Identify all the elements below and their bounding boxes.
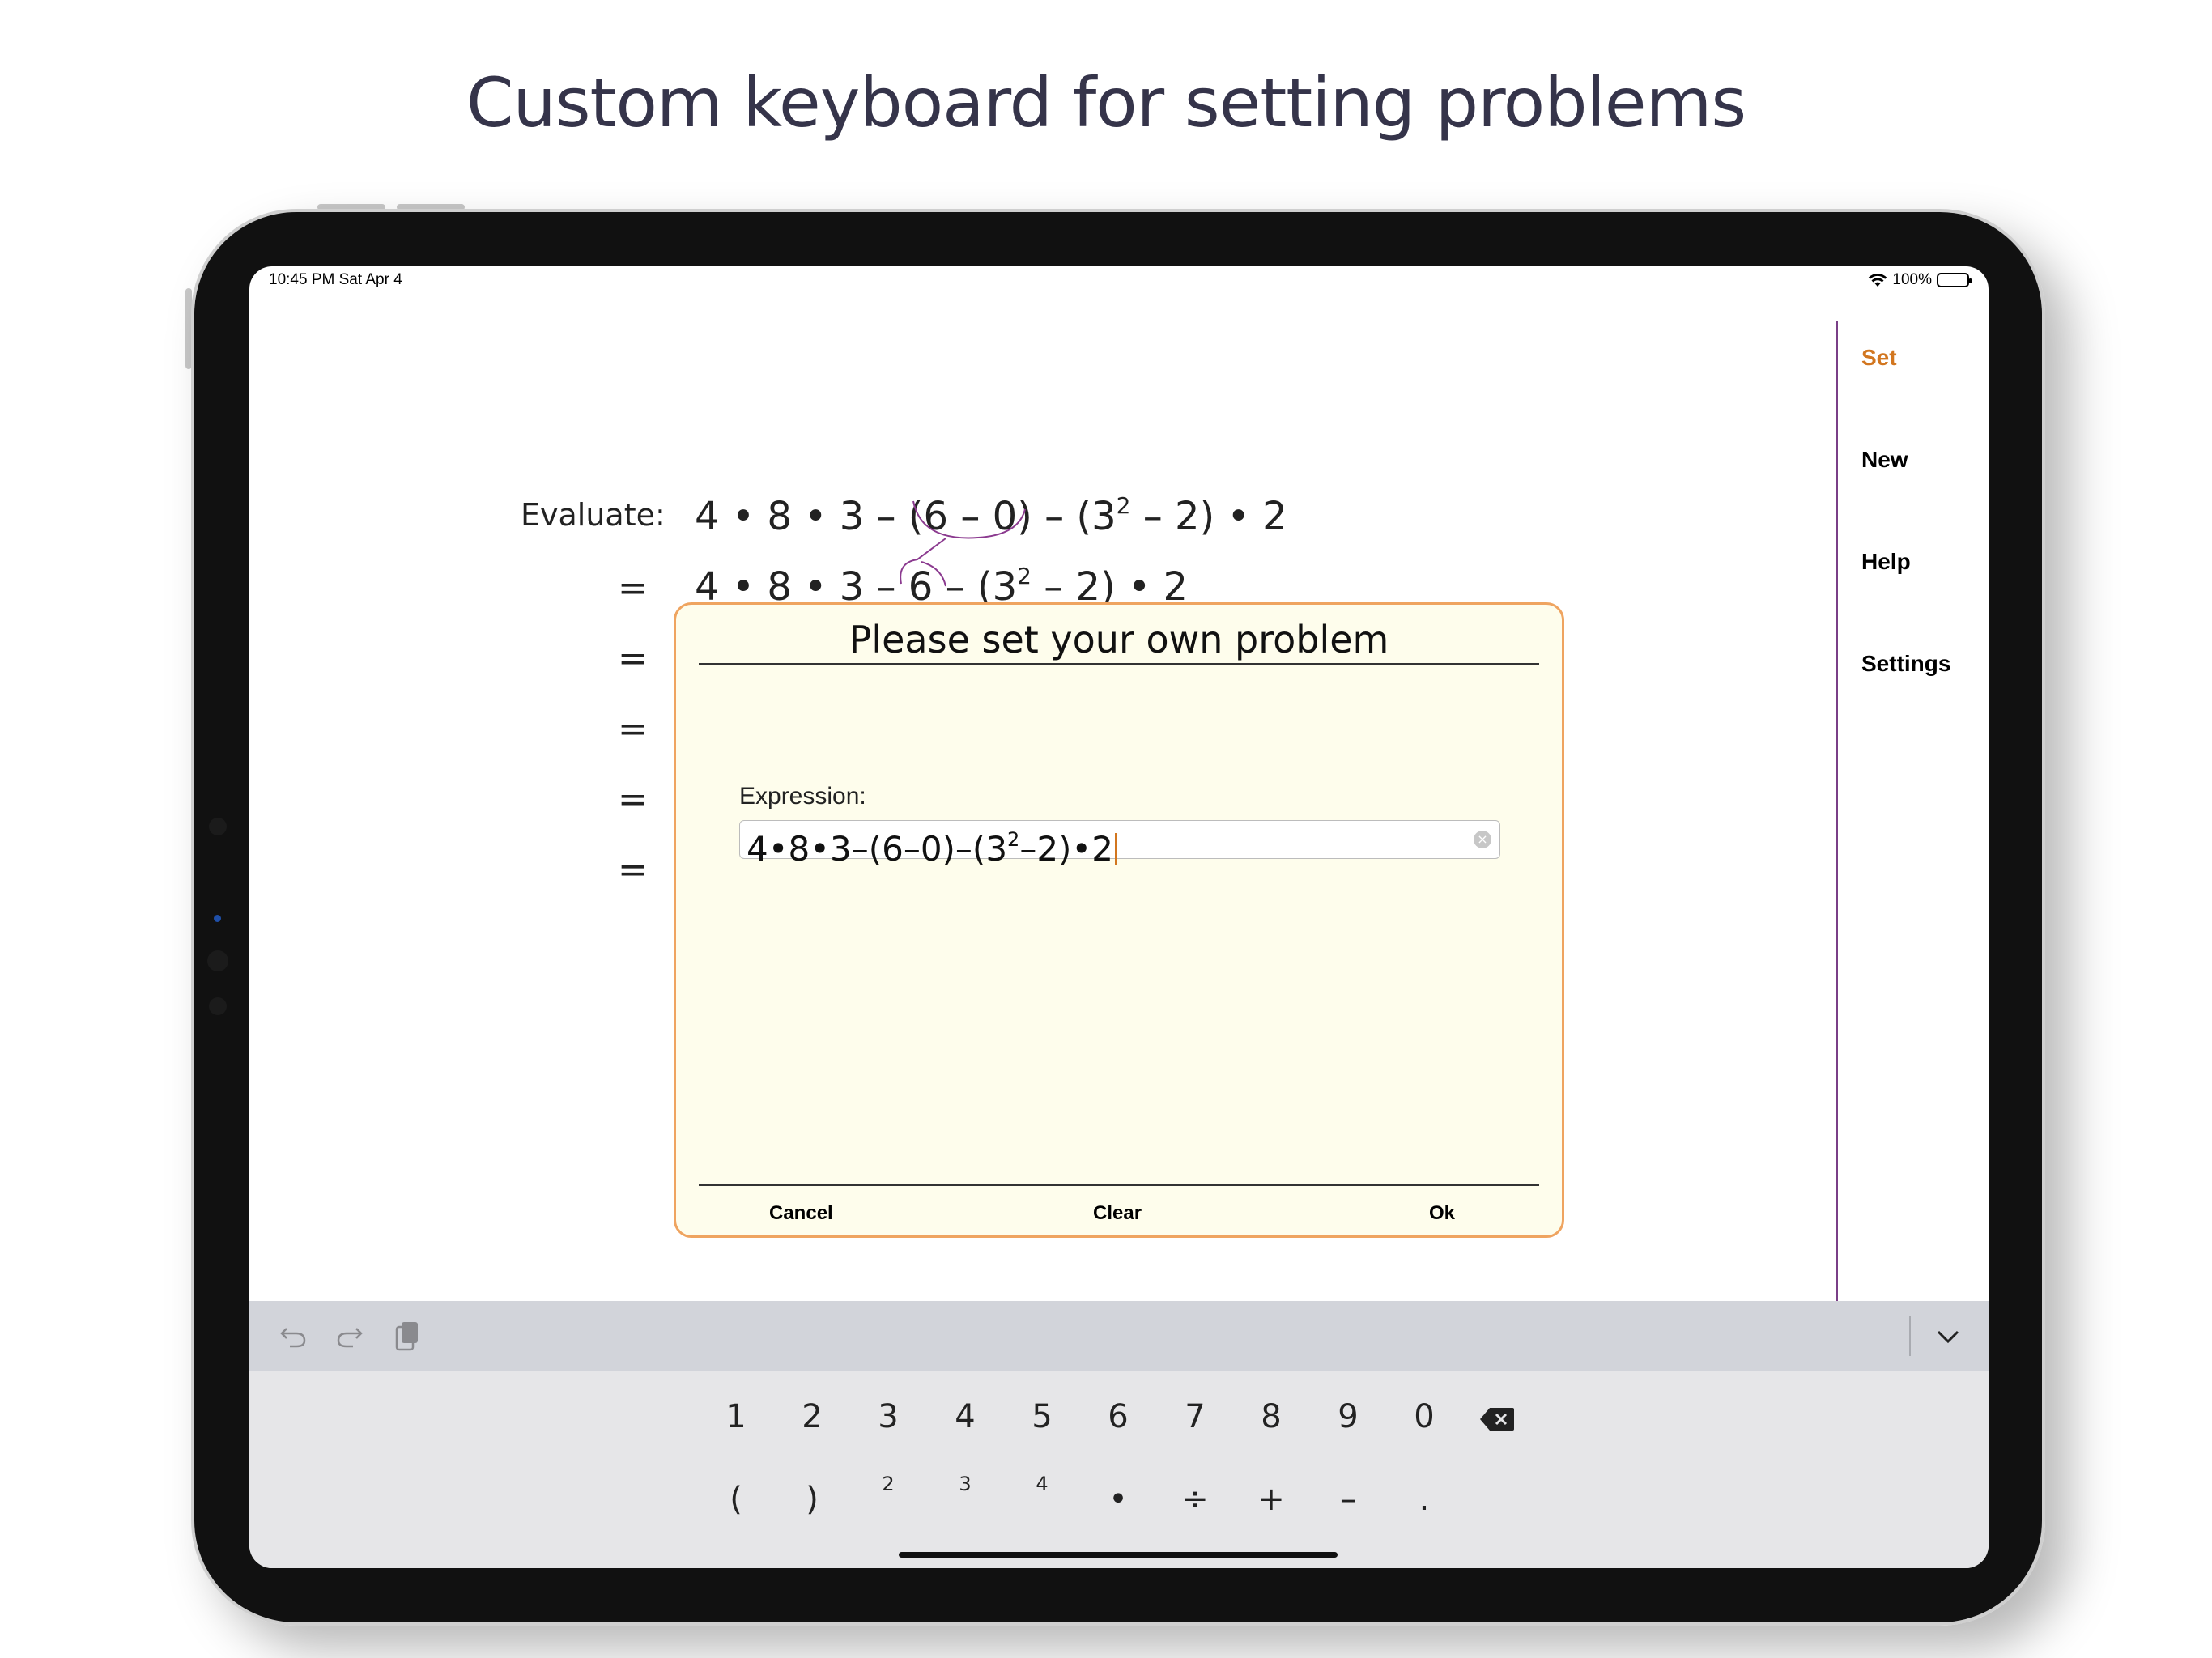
equals-sign: =	[618, 708, 648, 750]
status-right: 100%	[1868, 271, 1972, 289]
sidebar-item-new[interactable]: New	[1861, 447, 1908, 473]
key-3[interactable]: 3	[860, 1398, 917, 1435]
key-divide[interactable]: ÷	[1167, 1481, 1223, 1518]
divider	[699, 1184, 1539, 1186]
set-problem-dialog: Please set your own problem Expression: …	[674, 602, 1564, 1238]
problem-line-1: 4 • 8 • 3 – (6 – 0) – (32 – 2) • 2	[695, 492, 1287, 539]
equals-sign: =	[618, 568, 648, 609]
key-decimal[interactable]: .	[1396, 1481, 1453, 1518]
keyboard-toolbar	[249, 1301, 1989, 1371]
key-multiply[interactable]: •	[1090, 1481, 1146, 1518]
cancel-button[interactable]: Cancel	[769, 1202, 833, 1225]
line2-exponent: 2	[1017, 563, 1032, 589]
battery-icon	[1937, 273, 1972, 287]
ok-button[interactable]: Ok	[1429, 1202, 1455, 1225]
battery-percent: 100%	[1892, 271, 1932, 288]
expression-label: Expression:	[739, 783, 866, 810]
key-6[interactable]: 6	[1090, 1398, 1146, 1435]
key-9[interactable]: 9	[1320, 1398, 1376, 1435]
key-cube[interactable]: 3	[937, 1473, 993, 1495]
text-caret	[1114, 833, 1117, 865]
expression-part-a: 4•8•3–(6–0)–(3	[747, 829, 1008, 869]
key-square[interactable]: 2	[860, 1473, 917, 1495]
key-1[interactable]: 1	[708, 1398, 764, 1435]
expression-exponent: 2	[1007, 828, 1020, 851]
key-fourth-power[interactable]: 4	[1014, 1473, 1070, 1495]
key-open-paren[interactable]: (	[708, 1481, 764, 1518]
paste-icon[interactable]	[392, 1319, 421, 1353]
equals-sign: =	[618, 849, 648, 891]
camera-icon	[207, 950, 228, 971]
line1-part-a: 4 • 8 • 3 – (6 – 0) – (3	[695, 494, 1117, 539]
sidebar-item-help[interactable]: Help	[1861, 549, 1911, 575]
wifi-icon	[1869, 274, 1887, 287]
key-2[interactable]: 2	[784, 1398, 840, 1435]
camera-indicator-icon	[214, 915, 221, 922]
home-indicator[interactable]	[899, 1552, 1338, 1558]
key-7[interactable]: 7	[1167, 1398, 1223, 1435]
headline: Custom keyboard for setting problems	[466, 63, 1746, 142]
equals-sign: =	[618, 779, 648, 820]
clear-field-icon[interactable]: ×	[1474, 831, 1491, 848]
sensor-icon	[209, 818, 227, 835]
dialog-title: Please set your own problem	[849, 618, 1389, 661]
backspace-icon[interactable]	[1478, 1406, 1516, 1432]
sidebar-divider	[1836, 321, 1838, 1301]
key-close-paren[interactable]: )	[784, 1481, 840, 1518]
line1-exponent: 2	[1116, 492, 1131, 519]
key-4[interactable]: 4	[937, 1398, 993, 1435]
key-5[interactable]: 5	[1014, 1398, 1070, 1435]
key-minus[interactable]: –	[1320, 1481, 1376, 1518]
sidebar-item-settings[interactable]: Settings	[1861, 651, 1950, 677]
sidebar-item-set[interactable]: Set	[1861, 345, 1897, 371]
undo-icon[interactable]	[279, 1319, 308, 1351]
expression-input[interactable]: 4•8•3–(6–0)–(32–2)•2 ×	[739, 820, 1500, 868]
line1-part-b: – 2) • 2	[1130, 494, 1287, 539]
sensor-icon	[209, 997, 227, 1015]
redo-icon[interactable]	[335, 1319, 364, 1351]
screen: 10:45 PM Sat Apr 4 100% Set New Help Set…	[249, 266, 1989, 1568]
chevron-down-icon[interactable]	[1932, 1320, 1964, 1353]
clear-button[interactable]: Clear	[1093, 1202, 1142, 1225]
divider	[699, 663, 1539, 665]
status-time: 10:45 PM Sat Apr 4	[269, 271, 402, 288]
expression-part-b: –2)•2	[1019, 829, 1113, 869]
key-0[interactable]: 0	[1396, 1398, 1453, 1435]
key-plus[interactable]: +	[1243, 1481, 1300, 1518]
toolbar-separator	[1909, 1316, 1911, 1356]
key-8[interactable]: 8	[1243, 1398, 1300, 1435]
equals-sign: =	[618, 638, 648, 679]
evaluate-label: Evaluate:	[521, 497, 666, 533]
